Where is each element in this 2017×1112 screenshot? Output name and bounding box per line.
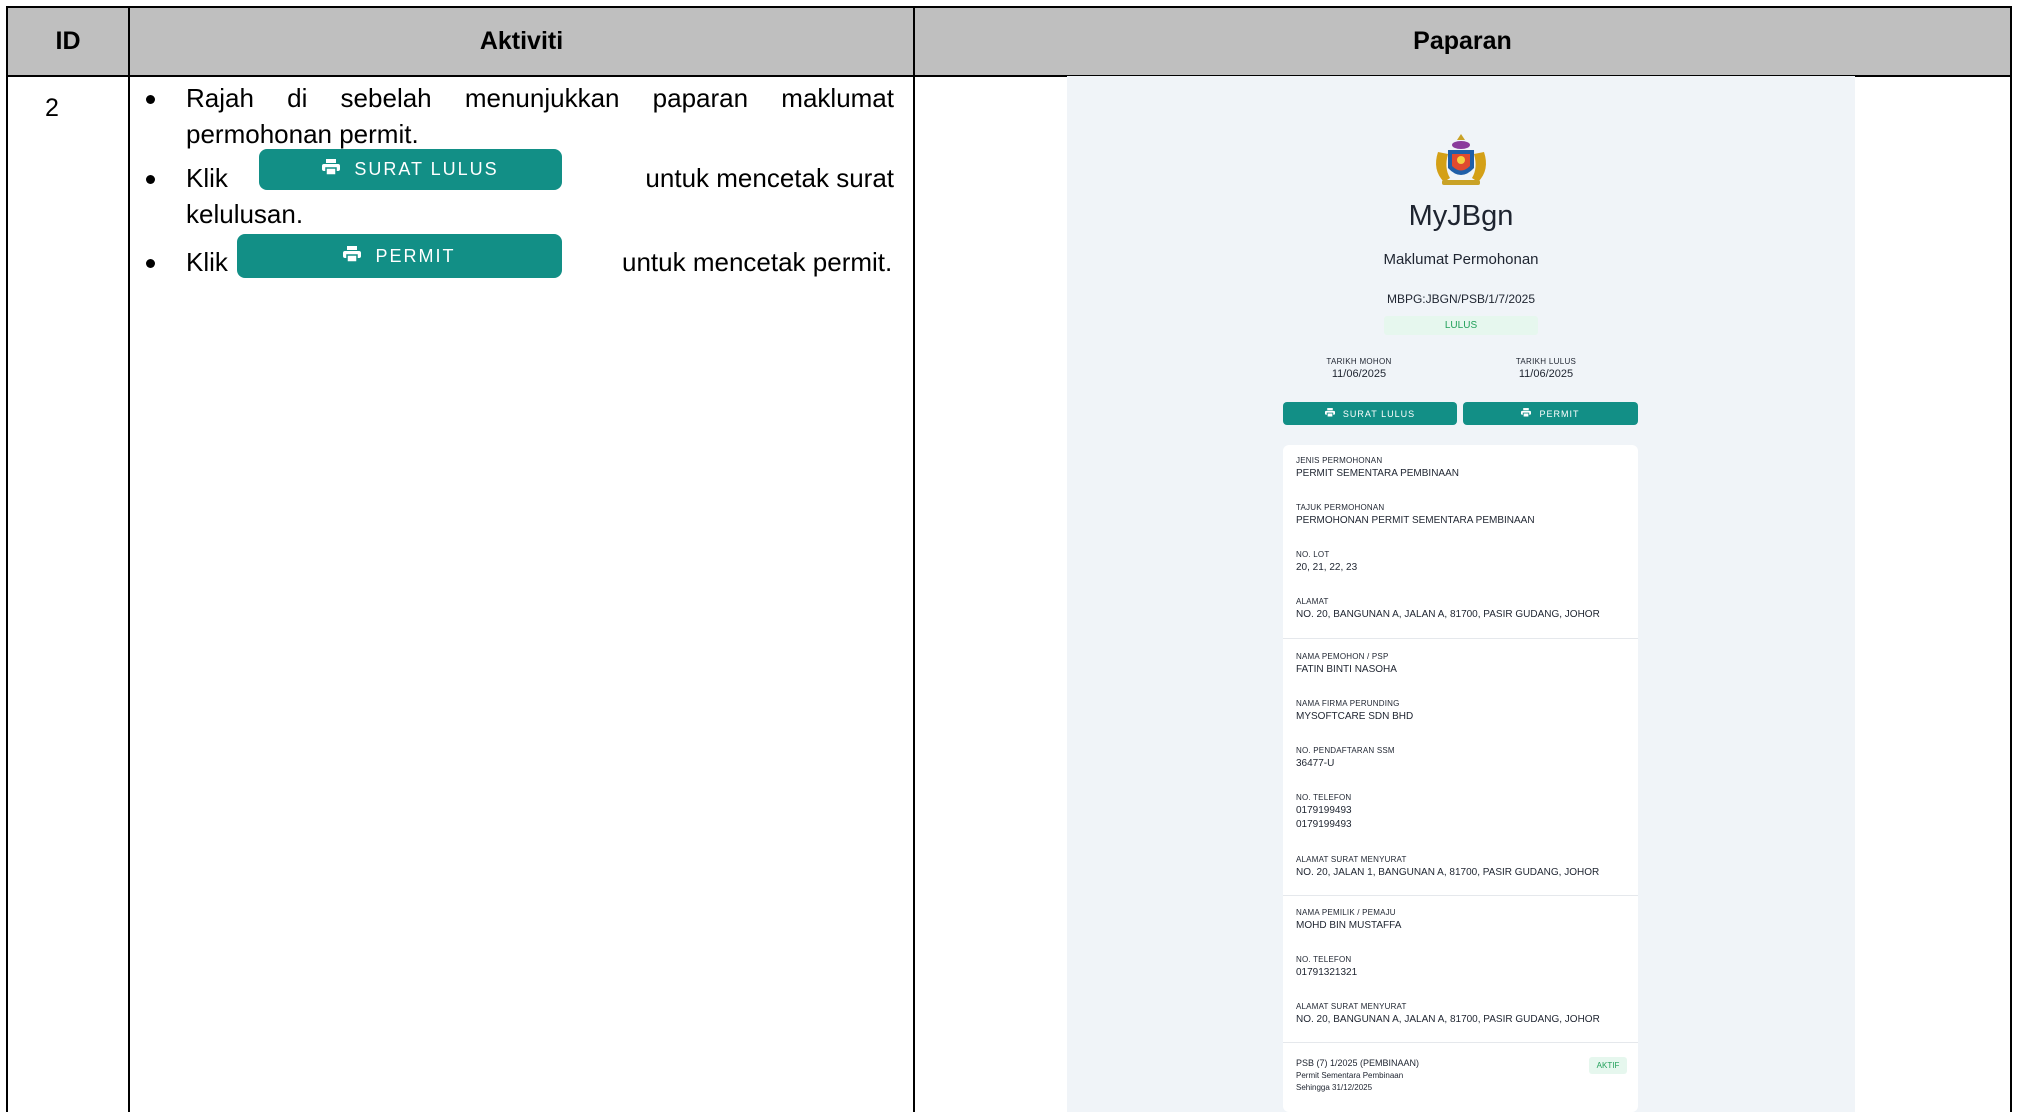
printer-icon xyxy=(343,245,362,267)
field-label: NO. TELEFON xyxy=(1296,955,1352,964)
field-label: NO. TELEFON xyxy=(1296,793,1352,802)
bullet-dot xyxy=(146,175,155,184)
field-no-ssm: NO. PENDAFTARAN SSM 36477-U xyxy=(1296,746,1636,770)
field-nama-pemilik: NAMA PEMILIK / PEMAJU MOHD BIN MUSTAFFA xyxy=(1296,908,1636,932)
field-tajuk-permohonan: TAJUK PERMOHONAN PERMOHONAN PERMIT SEMEN… xyxy=(1296,503,1636,527)
field-value: MYSOFTCARE SDN BHD xyxy=(1296,711,1414,722)
field-no-telefon-pemilik: NO. TELEFON 01791321321 xyxy=(1296,955,1636,979)
tarikh-lulus-label: TARIKH LULUS xyxy=(1515,357,1577,366)
field-value: NO. 20, JALAN 1, BANGUNAN A, 81700, PASI… xyxy=(1296,867,1600,878)
field-value: PERMIT SEMENTARA PEMBINAAN xyxy=(1296,468,1459,479)
page-title: Maklumat Permohonan xyxy=(1383,251,1539,268)
field-no-telefon: NO. TELEFON 0179199493 0179199493 xyxy=(1296,793,1636,831)
field-label: ALAMAT SURAT MENYURAT xyxy=(1296,1002,1407,1011)
bullet-text-cont: kelulusan. xyxy=(186,199,304,229)
field-alamat-surat-pemilik: ALAMAT SURAT MENYURAT NO. 20, BANGUNAN A… xyxy=(1296,1002,1636,1026)
surat-lulus-button-illustration[interactable]: SURAT LULUS xyxy=(259,149,562,190)
header-id: ID xyxy=(55,27,81,55)
crest-logo-icon xyxy=(1436,134,1486,185)
field-value: MOHD BIN MUSTAFFA xyxy=(1296,920,1402,931)
aktif-badge: AKTIF xyxy=(1589,1057,1627,1074)
bullet-text-klik: Klik xyxy=(186,163,228,193)
printer-icon xyxy=(322,159,341,180)
permit-button-label: PERMIT xyxy=(1539,408,1580,419)
field-value: NO. 20, BANGUNAN A, JALAN A, 81700, PASI… xyxy=(1296,1014,1600,1025)
field-label: NAMA PEMOHON / PSP xyxy=(1296,652,1389,661)
tarikh-mohon-label: TARIKH MOHON xyxy=(1326,357,1392,366)
field-label: ALAMAT SURAT MENYURAT xyxy=(1296,855,1407,864)
field-label: ALAMAT xyxy=(1296,597,1329,606)
bullet-dot xyxy=(146,259,155,268)
bullet-dot xyxy=(146,95,155,104)
field-value: 01791321321 xyxy=(1296,967,1358,978)
permit-button-illustration[interactable]: PERMIT xyxy=(237,234,562,278)
permit-button[interactable]: PERMIT xyxy=(1463,402,1638,425)
column-divider xyxy=(913,8,915,1112)
field-value: 20, 21, 22, 23 xyxy=(1296,562,1358,573)
field-value: 0179199493 xyxy=(1296,805,1352,816)
field-value: 0179199493 xyxy=(1296,819,1352,830)
field-label: TAJUK PERMOHONAN xyxy=(1296,503,1385,512)
permit-label: PERMIT xyxy=(375,245,456,266)
row-id: 2 xyxy=(45,94,59,122)
printer-icon xyxy=(1521,408,1532,419)
field-label: JENIS PERMOHONAN xyxy=(1296,456,1383,465)
header-paparan: Paparan xyxy=(1413,27,1512,55)
section-divider xyxy=(1283,1042,1638,1043)
bullet-text-post: untuk mencetak permit. xyxy=(622,247,893,277)
permit-type: Permit Sementara Pembinaan xyxy=(1296,1071,1404,1080)
field-jenis-permohonan: JENIS PERMOHONAN PERMIT SEMENTARA PEMBIN… xyxy=(1296,456,1636,480)
bullet-item: Rajah di sebelah menunjukkan paparan mak… xyxy=(134,80,894,152)
section-divider xyxy=(1283,895,1638,896)
tarikh-lulus: TARIKH LULUS 11/06/2025 xyxy=(1476,357,1616,380)
surat-lulus-button-label: SURAT LULUS xyxy=(1342,408,1416,419)
field-value: FATIN BINTI NASOHA xyxy=(1296,664,1397,675)
detail-card: JENIS PERMOHONAN PERMIT SEMENTARA PEMBIN… xyxy=(1283,445,1638,1112)
permit-until: Sehingga 31/12/2025 xyxy=(1296,1083,1373,1092)
printer-icon xyxy=(1324,408,1335,419)
field-nama-pemohon: NAMA PEMOHON / PSP FATIN BINTI NASOHA xyxy=(1296,652,1636,676)
paparan-screenshot: MyJBgn Maklumat Permohonan MBPG:JBGN/PSB… xyxy=(1067,76,1855,1112)
field-label: NAMA PEMILIK / PEMAJU xyxy=(1296,908,1396,917)
surat-lulus-label: SURAT LULUS xyxy=(354,159,499,179)
field-value: PERMOHONAN PERMIT SEMENTARA PEMBINAAN xyxy=(1296,515,1535,526)
bullet-text-klik: Klik xyxy=(186,247,228,277)
field-nama-firma: NAMA FIRMA PERUNDING MYSOFTCARE SDN BHD xyxy=(1296,699,1636,723)
field-alamat: ALAMAT NO. 20, BANGUNAN A, JALAN A, 8170… xyxy=(1296,597,1636,621)
field-value: 36477-U xyxy=(1296,758,1335,769)
column-divider xyxy=(128,8,130,1112)
reference-number: MBPG:JBGN/PSB/1/7/2025 xyxy=(1386,292,1536,306)
field-label: NO. PENDAFTARAN SSM xyxy=(1296,746,1395,755)
permit-code: PSB (7) 1/2025 (PEMBINAAN) xyxy=(1296,1058,1420,1068)
tarikh-lulus-value: 11/06/2025 xyxy=(1518,368,1574,380)
field-value: NO. 20, BANGUNAN A, JALAN A, 81700, PASI… xyxy=(1296,609,1600,620)
tarikh-mohon: TARIKH MOHON 11/06/2025 xyxy=(1289,357,1429,380)
surat-lulus-button[interactable]: SURAT LULUS xyxy=(1283,402,1457,425)
field-label: NAMA FIRMA PERUNDING xyxy=(1296,699,1400,708)
app-brand: MyJBgn xyxy=(1408,200,1514,232)
tarikh-mohon-value: 11/06/2025 xyxy=(1331,368,1387,380)
bullet-text: Rajah di sebelah menunjukkan paparan mak… xyxy=(186,83,894,113)
bullet-text-cont: permohonan permit. xyxy=(186,119,419,149)
field-label: NO. LOT xyxy=(1296,550,1330,559)
field-alamat-surat: ALAMAT SURAT MENYURAT NO. 20, JALAN 1, B… xyxy=(1296,855,1636,879)
bullet-text-post: untuk mencetak surat xyxy=(645,163,894,193)
field-no-lot: NO. LOT 20, 21, 22, 23 xyxy=(1296,550,1636,574)
header-aktiviti: Aktiviti xyxy=(479,27,564,55)
section-divider xyxy=(1283,638,1638,639)
status-badge: LULUS xyxy=(1384,316,1538,335)
